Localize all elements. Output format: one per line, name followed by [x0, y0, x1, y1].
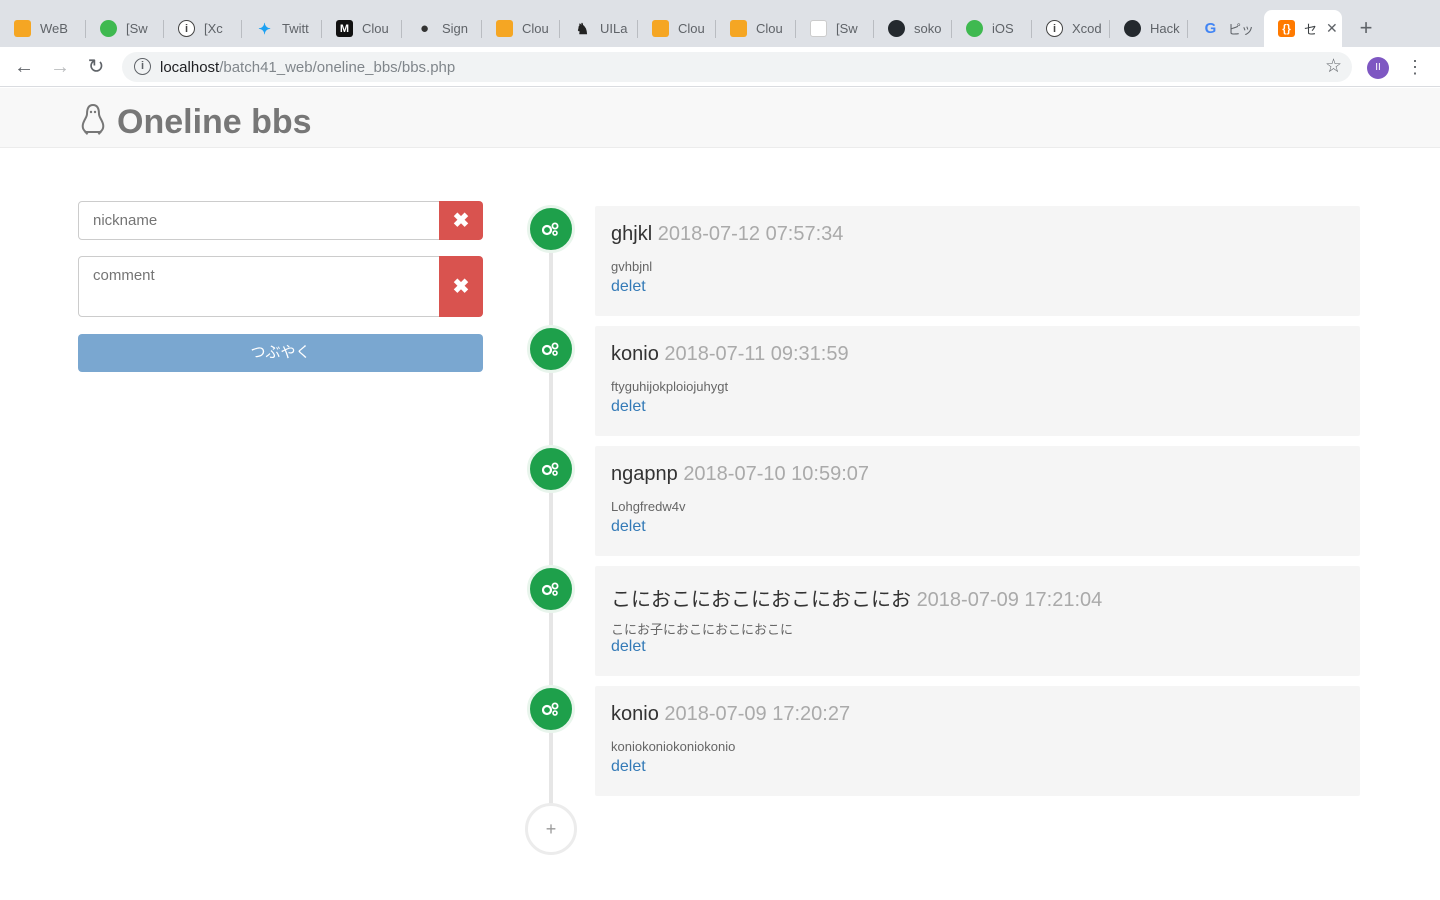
comment-input[interactable]: [78, 256, 440, 317]
green-app-icon: [100, 20, 117, 37]
browser-tab[interactable]: Clou: [482, 10, 560, 47]
flame-icon: [730, 20, 747, 37]
post-comment: Lohgfredw4v: [611, 499, 686, 514]
flame-icon: [652, 20, 669, 37]
post-card: ngapnp 2018-07-10 10:59:07 Lohgfredw4v d…: [595, 446, 1360, 556]
cogs-icon: [527, 685, 575, 733]
flame-icon: [496, 20, 513, 37]
load-more-button[interactable]: +: [525, 803, 577, 855]
browser-tab[interactable]: Clou: [716, 10, 796, 47]
browser-tab[interactable]: ♞ UILa: [560, 10, 638, 47]
browser-tab[interactable]: i Xcod: [1032, 10, 1110, 47]
post-date: 2018-07-11 09:31:59: [664, 343, 849, 365]
browser-tab[interactable]: Clou: [638, 10, 716, 47]
reload-icon[interactable]: ↻: [82, 53, 110, 81]
star-icon[interactable]: ☆: [1325, 55, 1342, 78]
page-icon: [810, 20, 827, 37]
forward-icon[interactable]: →: [46, 53, 74, 81]
comment-row: ✖: [78, 256, 483, 317]
back-icon[interactable]: ←: [10, 53, 38, 81]
tab-strip: WeB [Sw i [Xc ✦ Twitt M Clou ● Sign Clou…: [0, 0, 1440, 47]
nickname-row: ✖: [78, 201, 483, 240]
post-date: 2018-07-09 17:21:04: [916, 589, 1103, 611]
timeline-line: [549, 230, 553, 830]
cogs-icon: [527, 325, 575, 373]
url-text: localhost/batch41_web/oneline_bbs/bbs.ph…: [160, 59, 456, 76]
post-card: konio 2018-07-11 09:31:59 ftyguhijokploi…: [595, 326, 1360, 436]
apple-icon: ●: [419, 20, 430, 37]
post-header: ghjkl 2018-07-12 07:57:34: [611, 223, 843, 246]
page-title: Oneline bbs: [117, 103, 312, 141]
m-icon: M: [336, 20, 353, 37]
submit-button[interactable]: つぶやく: [78, 334, 483, 372]
clear-nickname-button[interactable]: ✖: [439, 201, 483, 240]
info-icon[interactable]: i: [134, 58, 151, 75]
page-header: Oneline bbs: [0, 88, 1440, 148]
delete-link[interactable]: delet: [611, 758, 646, 776]
post-comment: ftyguhijokploiojuhygt: [611, 379, 729, 394]
post-nickname: こにおこにおこにおこにおこにお: [611, 589, 911, 611]
clear-comment-button[interactable]: ✖: [439, 256, 483, 317]
google-icon: G: [1204, 20, 1217, 37]
post-nickname: ngapnp: [611, 463, 678, 485]
browser-tab[interactable]: i [Xc: [164, 10, 242, 47]
cogs-icon: [527, 445, 575, 493]
delete-link[interactable]: delet: [611, 278, 646, 296]
browser-tab[interactable]: soko: [874, 10, 952, 47]
post-header: こにおこにおこにおこにおこにお 2018-07-09 17:21:04: [611, 583, 1102, 612]
address-bar[interactable]: i localhost/batch41_web/oneline_bbs/bbs.…: [122, 52, 1352, 82]
close-icon[interactable]: ✕: [1326, 20, 1338, 37]
menu-icon[interactable]: ⋮: [1406, 55, 1424, 81]
browser-tab[interactable]: M Clou: [322, 10, 402, 47]
browser-tab[interactable]: ✦ Twitt: [242, 10, 322, 47]
delete-link[interactable]: delet: [611, 638, 646, 656]
new-tab-button[interactable]: +: [1352, 14, 1380, 42]
ant-icon: ♞: [575, 20, 590, 38]
nickname-input[interactable]: [78, 201, 440, 240]
code-icon: {}: [1278, 20, 1295, 37]
post-nickname: konio: [611, 343, 659, 365]
post-date: 2018-07-09 17:20:27: [664, 703, 851, 725]
browser-tab[interactable]: [Sw: [86, 10, 164, 47]
cogs-icon: [527, 205, 575, 253]
info-icon: i: [1046, 20, 1063, 37]
post-header: konio 2018-07-11 09:31:59: [611, 343, 849, 366]
post-comment: koniokoniokoniokonio: [611, 739, 736, 754]
browser-tab[interactable]: iOS: [952, 10, 1032, 47]
browser-tab[interactable]: ● Sign: [402, 10, 482, 47]
browser-tab[interactable]: Hack: [1110, 10, 1188, 47]
post-card: ghjkl 2018-07-12 07:57:34 gvhbjnl delet: [595, 206, 1360, 316]
post-header: ngapnp 2018-07-10 10:59:07: [611, 463, 869, 486]
flame-icon: [14, 20, 31, 37]
post-date: 2018-07-12 07:57:34: [657, 223, 844, 245]
post-nickname: ghjkl: [611, 223, 653, 245]
post-comment: こにお子におこにおこにおこに: [611, 622, 794, 637]
browser-tab[interactable]: G ピッ: [1188, 10, 1264, 47]
browser-toolbar: ← → ↻ i localhost/batch41_web/oneline_bb…: [0, 47, 1440, 87]
post-card: konio 2018-07-09 17:20:27 koniokoniokoni…: [595, 686, 1360, 796]
profile-avatar[interactable]: II: [1367, 57, 1389, 79]
browser-tab-active[interactable]: {} セ ✕: [1264, 10, 1342, 47]
post-card: こにおこにおこにおこにおこにお 2018-07-09 17:21:04 こにお子…: [595, 566, 1360, 676]
cogs-icon: [527, 565, 575, 613]
browser-tab[interactable]: WeB: [0, 10, 86, 47]
browser-tab[interactable]: [Sw: [796, 10, 874, 47]
post-header: konio 2018-07-09 17:20:27: [611, 703, 850, 726]
info-icon: i: [178, 20, 195, 37]
green-app-icon: [966, 20, 983, 37]
penguin-icon: [81, 103, 105, 135]
post-nickname: konio: [611, 703, 659, 725]
post-date: 2018-07-10 10:59:07: [683, 463, 870, 485]
delete-link[interactable]: delet: [611, 398, 646, 416]
twitter-icon: ✦: [258, 20, 271, 38]
github-icon: [888, 20, 905, 37]
delete-link[interactable]: delet: [611, 518, 646, 536]
post-comment: gvhbjnl: [611, 259, 653, 274]
octocat-icon: [1124, 20, 1141, 37]
